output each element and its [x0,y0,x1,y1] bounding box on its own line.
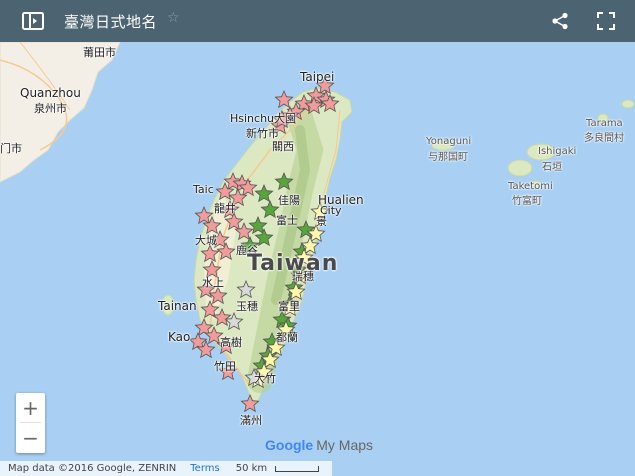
map-label-xiamen: 门市 [0,142,22,155]
map-label-fushi: 富士 [276,214,298,227]
iriomote-island [507,159,533,177]
map-label-taichung: Taic [193,183,214,196]
map-label-putian: 莆田市 [83,46,116,59]
map-label-guanxi: 關西 [272,140,294,153]
sidebar-toggle-icon [22,12,44,30]
google-logo: Google [265,437,314,453]
map-label-fuli: 富里 [278,300,300,313]
share-button[interactable] [547,8,573,34]
map-label-ishigaki-zh: 石垣 [542,162,562,173]
map-label-gaoshu: 高樹 [220,336,242,349]
map-label-ruisui: 瑞穗 [292,270,314,283]
map-label-yonaguni-zh: 与那国町 [428,152,468,163]
map-label-tainan: Tainan [158,299,197,313]
map-label-taipei: Taipei [300,70,335,84]
sidebar-toggle-button[interactable] [20,8,46,34]
map-label-yushan: 玉穗 [236,300,258,313]
scale-bar [275,465,320,472]
map-label-shuishang: 水上 [202,276,224,289]
mymaps-logo: My Maps [316,437,374,453]
map-label-manzhou: 滿州 [240,414,262,427]
map-label-jiayang: 佳陽 [278,194,300,207]
star-icon[interactable]: ☆ [167,10,180,26]
map-label-daxi: 大園 [274,112,296,125]
map-label-tarama-zh: 多良間村 [584,133,624,144]
map-label-jing: 景 [316,215,327,228]
map-label-zhutian: 竹田 [214,360,236,373]
map-label-taketomi-zh: 竹富町 [512,196,542,207]
top-bar: 臺灣日式地名 ☆ [0,0,635,42]
map-label-kaohsiung: Kao [168,330,191,344]
terms-link[interactable]: Terms [190,463,219,474]
map-label-ishigaki: Ishigaki [538,146,577,157]
zoom-out-button[interactable]: − [16,423,45,452]
attribution-bar: Map data ©2016 Google, ZENRIN Terms 50 k… [0,461,332,476]
map-label-yonaguni: Yonaguni [426,136,472,147]
map-label-quanzhou-zh: 泉州市 [34,102,67,115]
map-label-longjing: 龍井 [214,202,236,215]
map-label-dacheng: 大城 [195,234,217,247]
google-mymaps-logo: Google My Maps [265,437,373,453]
map-label-dazhu: 大竹 [254,372,276,385]
fullscreen-icon [597,12,615,30]
zoom-in-button[interactable]: + [16,393,45,422]
map-app: 莆田市 Quanzhou 泉州市 门市 Taipei Hsinchu 新竹市 大… [0,0,635,476]
scale-label: 50 km [235,463,268,474]
map-label-hsinchu: Hsinchu [230,112,275,125]
map-label-tarama: Tarama [586,118,623,129]
map-title: 臺灣日式地名 [64,13,158,31]
fullscreen-button[interactable] [593,8,619,34]
map-label-taketomi: Taketomi [508,181,553,192]
zoom-control: + − [16,393,45,453]
map-label-dulan: 都蘭 [276,331,298,344]
map-data-attribution: Map data ©2016 Google, ZENRIN [8,463,177,474]
share-icon [552,12,568,30]
map-label-quanzhou: Quanzhou [20,86,81,100]
